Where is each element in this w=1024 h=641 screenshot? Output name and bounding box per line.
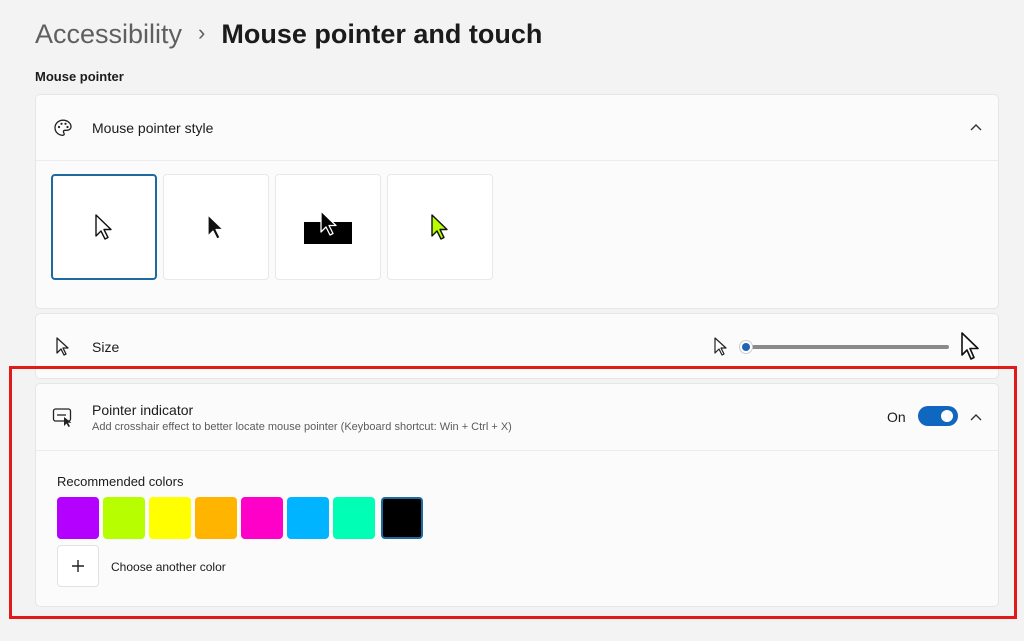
size-slider[interactable] [740,341,949,353]
page-title: Mouse pointer and touch [221,18,543,49]
pointer-indicator-title: Pointer indicator [92,402,194,418]
pointer-style-custom[interactable] [387,174,493,280]
pointer-indicator-card: Pointer indicator Add crosshair effect t… [35,383,999,607]
breadcrumb: Accessibility › Mouse pointer and touch [35,14,542,54]
small-pointer-icon [714,337,728,362]
add-color-button[interactable] [57,545,99,587]
large-pointer-icon [960,331,982,366]
white-pointer-icon [95,214,112,240]
inverted-pointer-icon [304,210,352,244]
toggle-state-label: On [887,409,906,425]
pointer-indicator-header[interactable]: Pointer indicator Add crosshair effect t… [36,384,998,451]
plus-icon [72,560,84,572]
color-swatch-teal[interactable] [333,497,375,539]
pointer-style-header[interactable]: Mouse pointer style [36,95,998,161]
palette-icon [52,117,74,139]
pointer-style-title: Mouse pointer style [92,120,214,136]
black-pointer-icon [207,214,224,240]
chevron-up-icon[interactable] [968,119,984,135]
breadcrumb-parent-link[interactable]: Accessibility [35,19,182,50]
pointer-indicator-description: Add crosshair effect to better locate mo… [92,421,512,433]
color-swatch-orange[interactable] [195,497,237,539]
color-swatch-purple[interactable] [57,497,99,539]
color-swatch-yellow[interactable] [149,497,191,539]
cursor-icon [52,336,74,358]
size-slider-thumb[interactable] [740,341,752,353]
color-swatch-blue[interactable] [287,497,329,539]
pointer-style-inverted[interactable] [275,174,381,280]
pointer-style-white[interactable] [51,174,157,280]
color-swatch-lime[interactable] [103,497,145,539]
choose-another-color-label: Choose another color [111,560,226,574]
chevron-up-icon[interactable] [968,409,984,425]
color-swatch-magenta[interactable] [241,497,283,539]
size-title: Size [92,339,120,355]
pointer-indicator-toggle[interactable] [918,406,958,426]
toggle-knob [941,410,953,422]
pointer-indicator-icon [52,406,74,428]
recommended-colors-label: Recommended colors [57,474,184,489]
breadcrumb-separator: › [198,20,206,45]
section-label: Mouse pointer [35,69,124,84]
custom-pointer-icon [431,214,448,240]
pointer-style-black[interactable] [163,174,269,280]
color-swatch-black[interactable] [381,497,423,539]
